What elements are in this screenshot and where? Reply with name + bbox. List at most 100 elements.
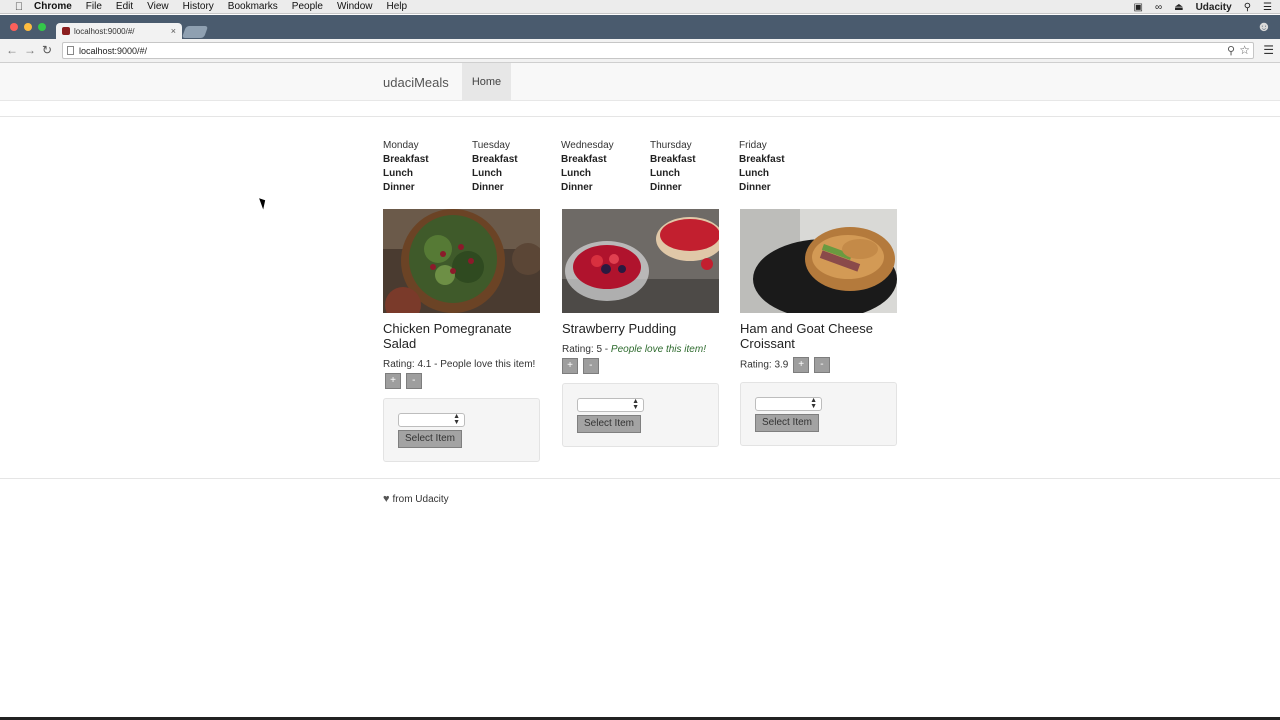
select-panel: ▲ ▼ Select Item <box>383 397 540 462</box>
bookmark-star-icon[interactable]: ☆ <box>1239 43 1250 57</box>
menu-bookmarks[interactable]: Bookmarks <box>228 1 278 12</box>
forward-arrow-icon[interactable]: → <box>24 43 36 57</box>
day-thursday: Thursday Breakfast Lunch Dinner <box>650 139 739 195</box>
mouse-cursor-icon <box>259 196 268 210</box>
address-bar[interactable]: localhost:9000/#/ ⚲ ☆ <box>62 42 1254 59</box>
rating-note: People love this item! <box>610 344 706 355</box>
day-label: Wednesday <box>561 140 614 151</box>
meal-card: Ham and Goat Cheese Croissant Rating: 3.… <box>740 209 897 446</box>
meal-slot-lunch[interactable]: Lunch <box>650 167 739 181</box>
day-label: Tuesday <box>472 140 510 151</box>
address-bar-url: localhost:9000/#/ <box>79 45 148 56</box>
tab-close-icon[interactable]: × <box>171 26 176 36</box>
day-friday: Friday Breakfast Lunch Dinner <box>739 139 828 195</box>
day-label: Monday <box>383 140 419 151</box>
meal-rating: Rating: 5 - People love this item! + - <box>562 342 719 375</box>
nav-home-link[interactable]: Home <box>462 63 511 101</box>
select-item-button[interactable]: Select Item <box>755 413 819 432</box>
day-label: Friday <box>739 140 767 151</box>
new-tab-button[interactable] <box>181 26 209 38</box>
rating-note: - People love this item! <box>431 359 536 370</box>
tab-title: localhost:9000/#/ <box>74 26 135 36</box>
calendar-icon[interactable]: ▣ <box>1134 2 1143 13</box>
meal-slot-dinner[interactable]: Dinner <box>472 181 561 195</box>
day-monday: Monday Breakfast Lunch Dinner <box>383 139 472 195</box>
menu-window[interactable]: Window <box>337 1 373 12</box>
rating-increase-button[interactable]: + <box>385 373 401 389</box>
meal-title: Ham and Goat Cheese Croissant <box>740 321 873 351</box>
chrome-menu-icon[interactable]: ☰ <box>1263 43 1274 57</box>
menu-file[interactable]: File <box>86 1 102 12</box>
apple-icon[interactable]:  <box>12 1 26 13</box>
menu-edit[interactable]: Edit <box>116 1 133 12</box>
select-item-button[interactable]: Select Item <box>398 429 462 448</box>
meal-slot-dinner[interactable]: Dinner <box>383 181 472 195</box>
brand-link[interactable]: udaciMeals <box>383 75 449 90</box>
select-item-button[interactable]: Select Item <box>577 414 641 433</box>
profile-icon[interactable]: ☻ <box>1254 18 1274 36</box>
notification-center-icon[interactable]: ☰ <box>1263 2 1272 13</box>
reload-icon[interactable]: ↻ <box>42 43 52 57</box>
favicon-icon <box>62 27 70 35</box>
meal-title: Strawberry Pudding <box>562 321 677 336</box>
day-meal-select[interactable]: ▲ ▼ <box>755 396 822 411</box>
rating-increase-button[interactable]: + <box>793 357 810 373</box>
meal-slot-breakfast[interactable]: Breakfast <box>472 153 561 167</box>
menu-view[interactable]: View <box>147 1 169 12</box>
window-minimize-button[interactable] <box>24 23 32 31</box>
meal-photo <box>383 209 540 313</box>
meal-slot-lunch[interactable]: Lunch <box>739 167 828 181</box>
day-meal-select[interactable]: ▲ ▼ <box>577 397 644 412</box>
select-arrows-icon: ▲ ▼ <box>632 397 639 411</box>
footer-text: from Udacity <box>392 494 449 505</box>
browser-toolbar: ← → ↻ localhost:9000/#/ ⚲ ☆ ☰ <box>0 39 1280 63</box>
rating-decrease-button[interactable]: - <box>813 357 830 373</box>
week-schedule: Monday Breakfast Lunch Dinner Tuesday Br… <box>383 139 828 195</box>
browser-tab[interactable]: localhost:9000/#/ × <box>56 23 182 39</box>
rating-decrease-button[interactable]: - <box>405 373 422 389</box>
meal-photo <box>740 209 897 313</box>
meal-slot-lunch[interactable]: Lunch <box>472 167 561 181</box>
menu-people[interactable]: People <box>292 1 323 12</box>
window-close-button[interactable] <box>10 23 18 31</box>
status-area: ▣ ∞ ⏏ Udacity ⚲ ☰ <box>1122 0 1272 14</box>
user-menu[interactable]: Udacity <box>1196 2 1232 13</box>
select-panel: ▲ ▼ Select Item <box>740 381 897 446</box>
meal-slot-lunch[interactable]: Lunch <box>561 167 650 181</box>
day-meal-select[interactable]: ▲ ▼ <box>398 412 465 427</box>
meal-slot-dinner[interactable]: Dinner <box>739 181 828 195</box>
menu-app-chrome[interactable]: Chrome <box>34 1 72 12</box>
day-label: Thursday <box>650 140 692 151</box>
menu-history[interactable]: History <box>183 1 214 12</box>
heart-icon: ♥ <box>383 493 390 505</box>
meal-slot-breakfast[interactable]: Breakfast <box>561 153 650 167</box>
meal-slot-dinner[interactable]: Dinner <box>561 181 650 195</box>
window-zoom-button[interactable] <box>38 23 46 31</box>
meal-slot-dinner[interactable]: Dinner <box>650 181 739 195</box>
browser-tabstrip: localhost:9000/#/ × ☻ <box>0 15 1280 39</box>
rating-increase-button[interactable]: + <box>562 358 578 374</box>
meal-slot-lunch[interactable]: Lunch <box>383 167 472 181</box>
rating-value: Rating: 3.9 <box>740 359 789 371</box>
zoom-icon[interactable]: ⚲ <box>1227 44 1235 57</box>
rating-decrease-button[interactable]: - <box>582 358 599 374</box>
meal-slot-breakfast[interactable]: Breakfast <box>383 153 472 167</box>
meal-slot-breakfast[interactable]: Breakfast <box>650 153 739 167</box>
day-wednesday: Wednesday Breakfast Lunch Dinner <box>561 139 650 195</box>
link-icon[interactable]: ∞ <box>1155 2 1162 13</box>
meal-slot-breakfast[interactable]: Breakfast <box>739 153 828 167</box>
eject-icon[interactable]: ⏏ <box>1174 2 1183 13</box>
select-arrows-icon: ▲ ▼ <box>810 396 817 410</box>
meal-photo <box>562 209 719 313</box>
meal-rating: Rating: 3.9 + - <box>740 357 897 374</box>
rating-value: Rating: 5 <box>562 344 603 355</box>
rating-separator: - <box>602 344 611 355</box>
meal-card: Strawberry Pudding Rating: 5 - People lo… <box>562 209 719 447</box>
select-panel: ▲ ▼ Select Item <box>562 382 719 447</box>
menu-help[interactable]: Help <box>387 1 408 12</box>
rating-value: Rating: 4.1 <box>383 359 432 370</box>
spotlight-icon[interactable]: ⚲ <box>1244 2 1251 13</box>
back-arrow-icon[interactable]: ← <box>6 43 18 57</box>
footer-divider <box>0 478 1280 479</box>
meal-title: Chicken Pomegranate Salad <box>383 321 512 351</box>
